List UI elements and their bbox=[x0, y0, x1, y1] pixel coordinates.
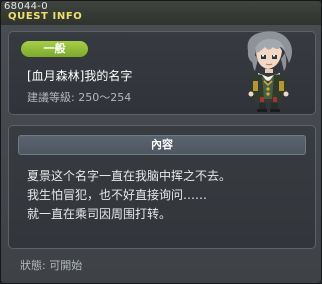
quest-status: 狀態: 可開始 bbox=[20, 259, 83, 272]
content-header: 內容 bbox=[18, 135, 306, 155]
title-bar[interactable]: 68044-0 QUEST INFO bbox=[1, 1, 321, 25]
content-line-2: 我生怕冒犯，也不好直接询问…… bbox=[27, 188, 208, 202]
quest-info-window: 68044-0 QUEST INFO 一般 [血月森林]我的名字 建議等級: 2… bbox=[0, 0, 322, 284]
content-line-1: 夏景这个名字一直在我脑中挥之不去。 bbox=[27, 169, 232, 183]
character-portrait-icon bbox=[247, 31, 292, 112]
quest-name: [血月森林]我的名字 bbox=[27, 69, 133, 83]
content-line-3: 就一直在乘司因周围打转。 bbox=[27, 207, 172, 221]
quest-content-panel: 內容 bbox=[8, 125, 316, 249]
level-requirement: 建議等級: 250～254 bbox=[27, 91, 132, 104]
window-title: QUEST INFO bbox=[8, 11, 83, 22]
quest-category-badge: 一般 bbox=[21, 41, 88, 57]
